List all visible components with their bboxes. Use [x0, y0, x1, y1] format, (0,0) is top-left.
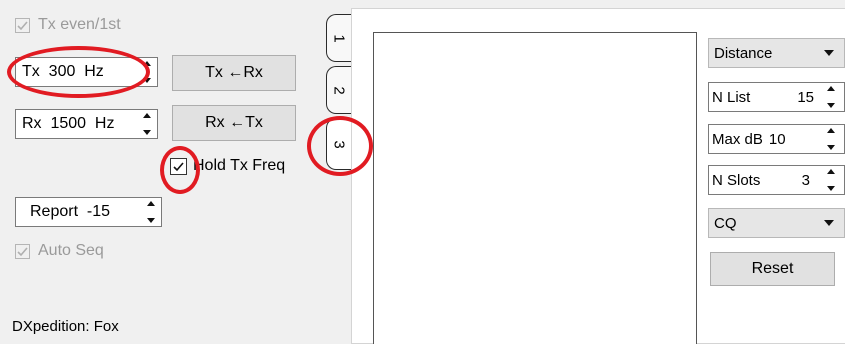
cq-combobox[interactable]: CQ — [708, 208, 845, 238]
auto-seq-checkbox[interactable] — [15, 243, 30, 259]
tx-even-checkbox[interactable] — [15, 17, 30, 33]
rx-frequency-value: Rx 1500 Hz — [22, 115, 115, 132]
n-list-spinbox[interactable]: N List 15 — [708, 82, 845, 112]
arrow-up-icon[interactable] — [147, 201, 155, 206]
max-db-label: Max dB — [712, 130, 763, 148]
hold-tx-freq-label: Hold Tx Freq — [193, 157, 286, 174]
reset-label: Reset — [751, 260, 794, 277]
max-db-stepper[interactable] — [824, 128, 838, 150]
tab-3-label: 3 — [331, 139, 348, 149]
tab-2-label: 2 — [331, 85, 348, 95]
fox-caller-list[interactable] — [373, 32, 697, 344]
rx-frequency-stepper[interactable] — [140, 113, 154, 135]
arrow-down-icon[interactable] — [827, 103, 835, 108]
report-spinbox[interactable]: Report -15 — [15, 197, 162, 227]
auto-seq-checkbox-row[interactable]: Auto Seq — [15, 242, 104, 260]
reset-button[interactable]: Reset — [710, 252, 835, 286]
tx-even-checkbox-row[interactable]: Tx even/1st — [15, 16, 121, 34]
dxpedition-status: DXpedition: Fox — [12, 318, 119, 335]
n-slots-label: N Slots — [712, 171, 761, 189]
tx-even-label: Tx even/1st — [38, 16, 121, 33]
tab-1[interactable]: 1 — [326, 14, 352, 62]
arrow-down-icon[interactable] — [827, 145, 835, 150]
report-value: Report -15 — [30, 203, 111, 220]
arrow-up-icon[interactable] — [827, 128, 835, 133]
max-db-value: 10 — [768, 130, 786, 148]
n-list-value: 15 — [797, 88, 814, 106]
tx-from-rx-label: Tx ←Rx — [205, 64, 263, 81]
arrow-up-icon[interactable] — [143, 113, 151, 118]
rx-from-tx-label: Rx ←Tx — [205, 114, 263, 131]
arrow-up-icon[interactable] — [143, 61, 151, 66]
report-stepper[interactable] — [144, 201, 158, 223]
sort-combobox[interactable]: Distance — [708, 38, 845, 68]
tab-3[interactable]: 3 — [326, 118, 352, 170]
arrow-up-icon[interactable] — [827, 169, 835, 174]
n-list-label: N List — [712, 88, 751, 106]
n-slots-stepper[interactable] — [824, 169, 838, 191]
n-slots-value: 3 — [801, 171, 810, 189]
arrow-down-icon[interactable] — [143, 78, 151, 83]
arrow-up-icon[interactable] — [827, 86, 835, 91]
tab-2[interactable]: 2 — [326, 66, 352, 114]
tx-frequency-stepper[interactable] — [140, 61, 154, 83]
sort-combobox-value: Distance — [714, 44, 773, 62]
arrow-down-icon[interactable] — [143, 130, 151, 135]
hold-tx-freq-checkbox-row[interactable]: Hold Tx Freq — [170, 157, 285, 175]
chevron-down-icon — [824, 220, 834, 226]
tx-frequency-value: Tx 300 Hz — [22, 63, 104, 80]
tx-frequency-spinbox[interactable]: Tx 300 Hz — [15, 57, 158, 87]
arrow-down-icon[interactable] — [827, 186, 835, 191]
hold-tx-freq-checkbox[interactable] — [170, 157, 187, 175]
auto-seq-label: Auto Seq — [38, 242, 104, 259]
rx-from-tx-button[interactable]: Rx ←Tx — [172, 105, 296, 141]
max-db-spinbox[interactable]: Max dB 10 — [708, 124, 845, 154]
tx-from-rx-button[interactable]: Tx ←Rx — [172, 55, 296, 91]
arrow-down-icon[interactable] — [147, 218, 155, 223]
cq-combobox-value: CQ — [714, 214, 737, 232]
tab-1-label: 1 — [331, 33, 348, 43]
rx-frequency-spinbox[interactable]: Rx 1500 Hz — [15, 109, 158, 139]
n-list-stepper[interactable] — [824, 86, 838, 108]
chevron-down-icon — [824, 50, 834, 56]
n-slots-spinbox[interactable]: N Slots 3 — [708, 165, 845, 195]
